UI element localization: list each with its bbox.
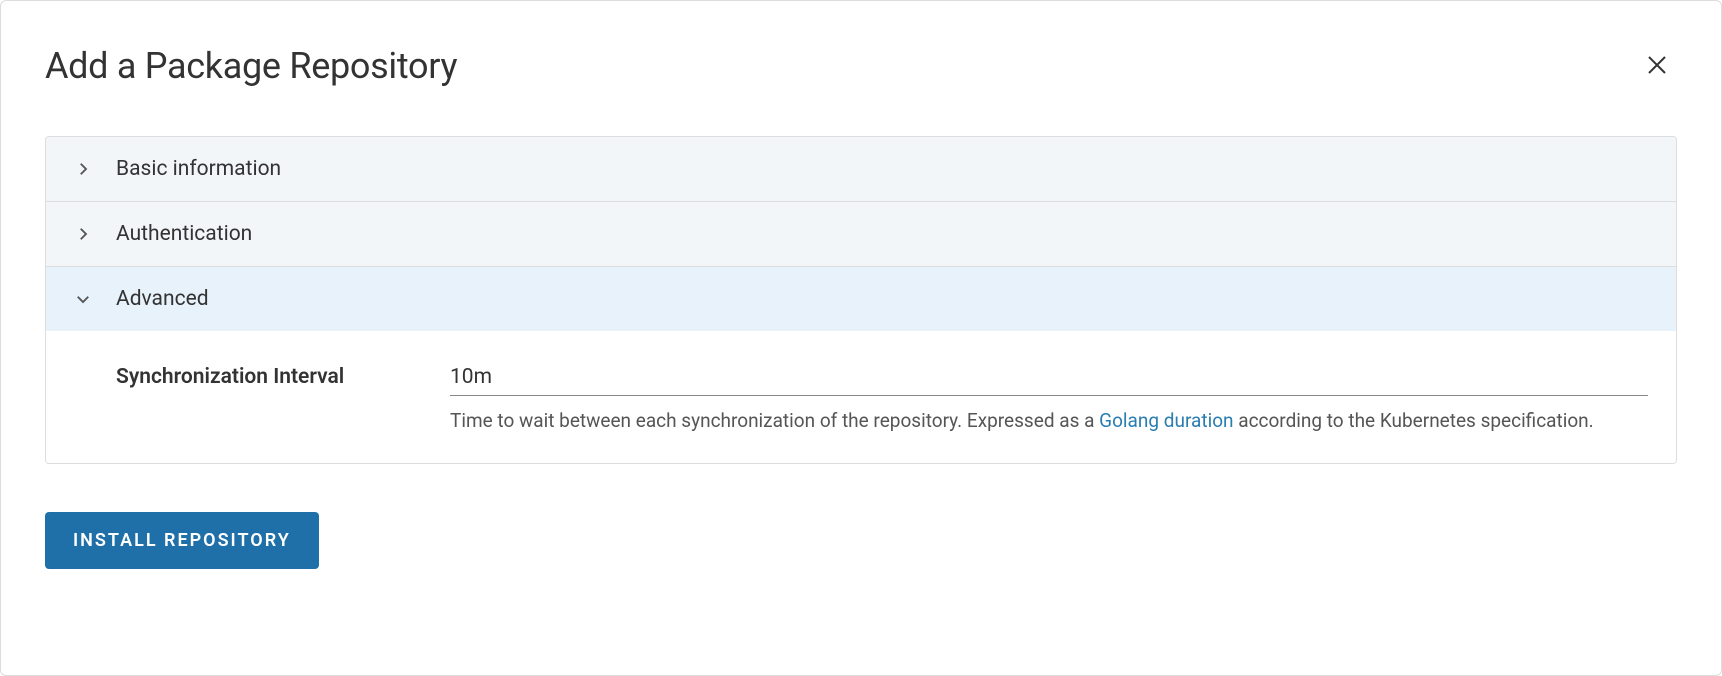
close-button[interactable] xyxy=(1637,45,1677,88)
modal-title: Add a Package Repository xyxy=(45,45,457,87)
close-icon xyxy=(1645,53,1669,80)
accordion-body-advanced: Synchronization Interval Time to wait be… xyxy=(46,331,1676,463)
section-label: Advanced xyxy=(116,287,209,311)
section-advanced: Advanced Synchronization Interval Time t… xyxy=(46,267,1676,463)
modal-footer: Install Repository xyxy=(45,512,1677,569)
chevron-down-icon xyxy=(74,290,92,308)
section-label: Basic information xyxy=(116,157,281,181)
sync-interval-label: Synchronization Interval xyxy=(116,359,406,389)
section-label: Authentication xyxy=(116,222,252,246)
accordion-header-advanced[interactable]: Advanced xyxy=(46,267,1676,331)
accordion: Basic information Authentication Advance… xyxy=(45,136,1677,464)
accordion-header-basic-information[interactable]: Basic information xyxy=(46,137,1676,201)
help-text-suffix: according to the Kubernetes specificatio… xyxy=(1234,409,1594,432)
chevron-right-icon xyxy=(74,160,92,178)
sync-interval-input[interactable] xyxy=(450,359,1648,396)
golang-duration-link[interactable]: Golang duration xyxy=(1099,409,1233,432)
section-basic-information: Basic information xyxy=(46,137,1676,202)
install-repository-button[interactable]: Install Repository xyxy=(45,512,319,569)
chevron-right-icon xyxy=(74,225,92,243)
section-authentication: Authentication xyxy=(46,202,1676,267)
help-text-prefix: Time to wait between each synchronizatio… xyxy=(450,409,1099,432)
sync-interval-help: Time to wait between each synchronizatio… xyxy=(450,408,1648,435)
sync-interval-field-content: Time to wait between each synchronizatio… xyxy=(450,359,1648,435)
modal-header: Add a Package Repository xyxy=(45,45,1677,88)
add-package-repository-modal: Add a Package Repository Basic informati… xyxy=(0,0,1722,676)
accordion-header-authentication[interactable]: Authentication xyxy=(46,202,1676,266)
